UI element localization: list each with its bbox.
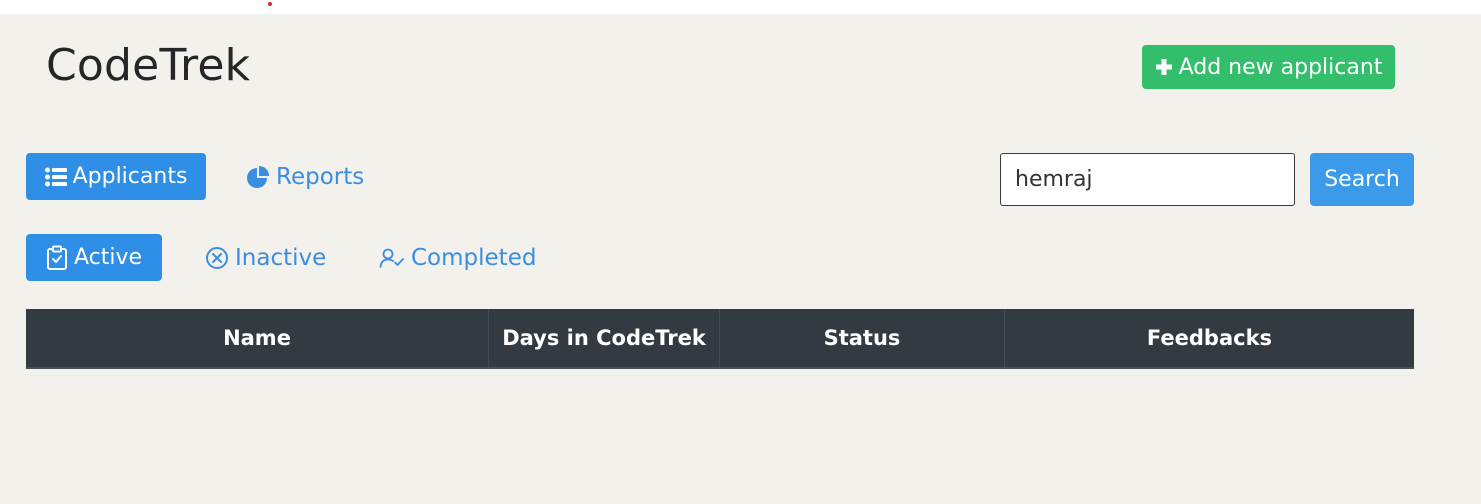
indicator-dot [268,2,272,6]
filter-inactive-label: Inactive [235,245,327,271]
add-new-applicant-label: Add new applicant [1178,54,1383,80]
clipboard-check-icon [46,245,68,271]
pie-chart-icon [246,165,270,189]
circle-x-icon [205,246,229,270]
tab-applicants-label: Applicants [72,164,188,189]
search-input[interactable] [1000,153,1295,206]
list-icon [44,167,67,187]
filter-active-button[interactable]: Active [26,234,162,281]
search-button[interactable]: Search [1310,153,1414,206]
tab-applicants[interactable]: Applicants [26,153,206,200]
user-check-icon [379,247,405,269]
add-new-applicant-button[interactable]: Add new applicant [1142,45,1395,89]
column-header-feedbacks[interactable]: Feedbacks [1004,309,1414,367]
filter-active-label: Active [73,245,143,270]
browser-top-strip [0,0,1481,14]
filter-completed-link[interactable]: Completed [379,241,536,275]
column-header-status[interactable]: Status [719,309,1004,367]
filter-inactive-link[interactable]: Inactive [205,241,326,275]
column-header-days-in-codetrek[interactable]: Days in CodeTrek [488,309,719,367]
plus-icon [1155,58,1173,76]
column-header-name[interactable]: Name [26,309,488,367]
tab-reports-label: Reports [276,164,365,190]
filter-completed-label: Completed [411,245,537,271]
tab-reports[interactable]: Reports [246,160,364,194]
applicants-table-header: Name Days in CodeTrek Status Feedbacks [26,309,1414,369]
app-title: CodeTrek [46,40,251,91]
